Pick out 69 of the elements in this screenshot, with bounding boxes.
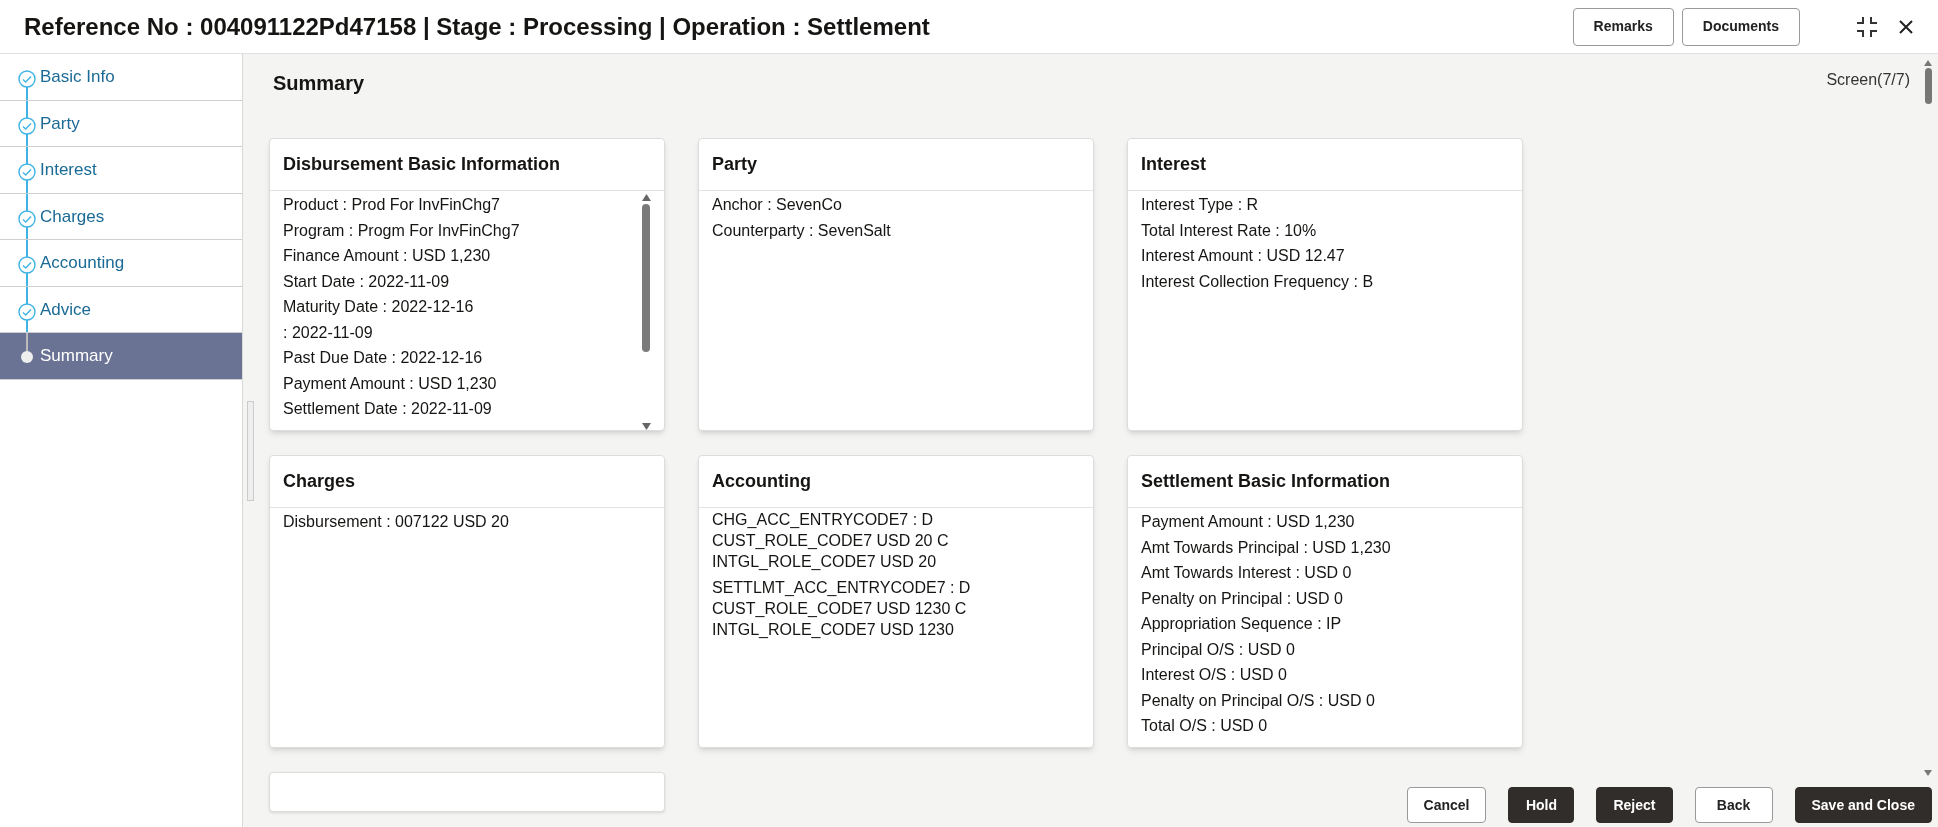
footer-button[interactable]: Hold (1508, 787, 1575, 823)
info-line: INTGL_ROLE_CODE7 USD 1230 (712, 620, 955, 640)
info-line: Payment Amount : USD 1,230 (283, 373, 498, 394)
check-circle-icon (18, 116, 36, 135)
info-line: Amt Towards Principal : USD 1,230 (1141, 537, 1392, 558)
info-line: Amt Towards Interest : USD 0 (1141, 563, 1353, 583)
footer-button[interactable]: Reject (1596, 787, 1673, 823)
footer-button[interactable]: Back (1694, 787, 1773, 823)
info-line: CHG_ACC_ENTRYCODE7 : D (712, 510, 935, 530)
info-line: Penalty on Principal O/S : USD 0 (1141, 690, 1376, 711)
close-icon[interactable] (1898, 18, 1914, 35)
header-button[interactable]: Documents (1681, 7, 1800, 46)
step-item[interactable]: Interest (0, 147, 242, 194)
info-line: Start Date : 2022-11-09 (283, 271, 451, 292)
step-item[interactable]: Summary (0, 333, 242, 380)
info-line: SETTLMT_ACC_ENTRYCODE7 : D (712, 578, 972, 598)
scroll-down-icon[interactable] (641, 423, 651, 430)
scroll-down-icon[interactable] (1924, 770, 1932, 776)
info-line: CUST_ROLE_CODE7 USD 1230 C (712, 599, 968, 619)
card-title: Settlement Basic Information (1141, 470, 1391, 493)
info-line: Total O/S : USD 0 (1141, 716, 1269, 736)
check-circle-icon (18, 209, 36, 228)
info-line: Finance Amount : USD 1,230 (283, 246, 492, 266)
info-line: Interest Collection Frequency : B (1141, 271, 1375, 292)
step-item[interactable]: Charges (0, 193, 242, 240)
scrollbar-thumb[interactable] (1924, 68, 1932, 104)
info-line: CUST_ROLE_CODE7 USD 20 C (712, 531, 950, 551)
check-circle-icon (18, 302, 36, 321)
info-line: Appropriation Sequence : IP (1141, 614, 1343, 634)
step-item[interactable]: Party (0, 100, 242, 147)
section-title: Summary (273, 71, 365, 96)
scrollbar-thumb[interactable] (642, 204, 650, 352)
collapse-icon[interactable] (1856, 15, 1878, 38)
current-step-icon (20, 350, 34, 364)
info-line: Penalty on Principal : USD 0 (1141, 588, 1344, 609)
page-title: Reference No : 004091122Pd47158 | Stage : Processing | Operation : Settlement (24, 11, 931, 42)
resize-handle[interactable] (247, 401, 254, 501)
info-line: Disbursement : 007122 USD 20 (283, 512, 510, 532)
info-line: : 2022-11-09 (283, 322, 374, 343)
info-line: Program : Progm For InvFinChg7 (283, 220, 521, 241)
info-line: Anchor : SevenCo (712, 195, 843, 215)
check-circle-icon (18, 163, 36, 181)
info-line: Counterparty : SevenSalt (712, 220, 892, 241)
step-item[interactable]: Advice (0, 286, 242, 333)
footer-button[interactable]: Save and Close (1794, 787, 1932, 823)
info-line: Product : Prod For InvFinChg7 (283, 195, 501, 215)
footer-button[interactable]: Cancel (1406, 787, 1487, 823)
card-title: Disbursement Basic Information (283, 153, 561, 176)
info-line: Interest Amount : USD 12.47 (1141, 246, 1346, 266)
screen-counter: Screen(7/7) (1826, 70, 1911, 90)
info-line: Payment Amount : USD 1,230 (1141, 512, 1356, 532)
info-line: Principal O/S : USD 0 (1141, 639, 1296, 660)
card-title: Interest (1141, 153, 1207, 176)
info-line: Interest O/S : USD 0 (1141, 665, 1288, 685)
scroll-up-icon[interactable] (641, 194, 651, 201)
info-line: Past Due Date : 2022-12-16 (283, 348, 484, 368)
header-button[interactable]: Remarks (1572, 7, 1674, 46)
card-title: Party (712, 153, 758, 176)
step-item[interactable]: Accounting (0, 240, 242, 287)
info-line: Settlement Date : 2022-11-09 (283, 399, 493, 419)
card-title: Accounting (712, 470, 811, 493)
info-line: Total Interest Rate : 10% (1141, 220, 1318, 241)
card-title: Charges (283, 470, 356, 493)
info-line: INTGL_ROLE_CODE7 USD 20 (712, 552, 938, 572)
info-line: Interest Type : R (1141, 195, 1260, 215)
scroll-up-icon[interactable] (1924, 60, 1932, 66)
info-line: Maturity Date : 2022-12-16 (283, 297, 475, 317)
check-circle-icon (18, 256, 36, 274)
check-circle-icon (18, 70, 36, 88)
